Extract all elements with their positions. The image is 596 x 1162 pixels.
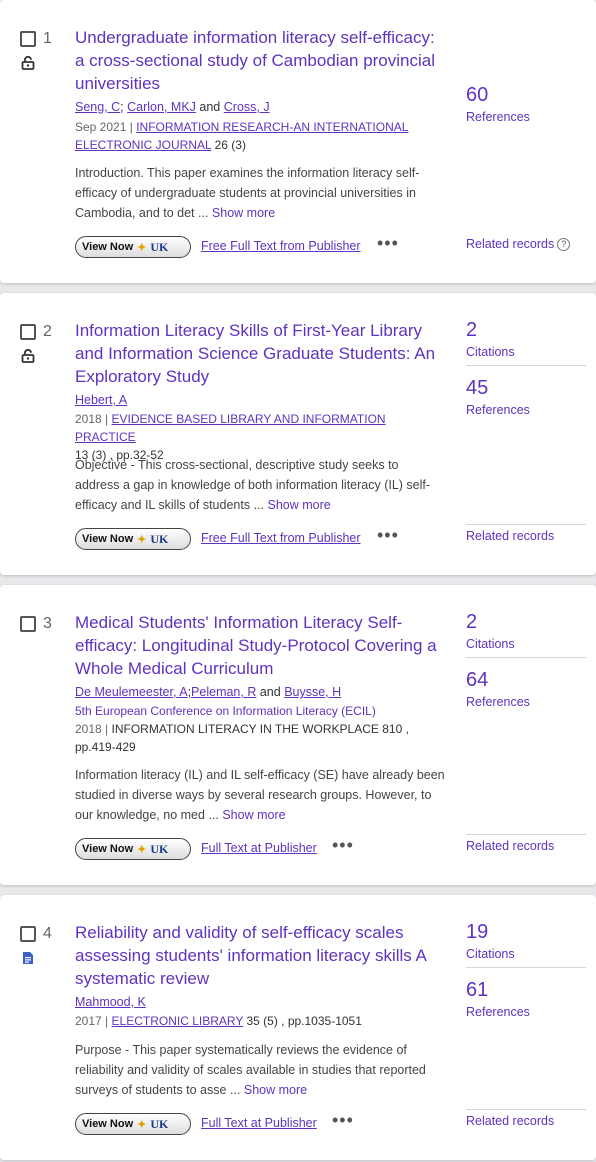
record-checkbox[interactable] bbox=[20, 616, 36, 632]
references-label[interactable]: References bbox=[466, 110, 530, 124]
author-link[interactable]: Cross, J bbox=[224, 100, 270, 114]
record-card: 1 Undergraduate information literacy sel… bbox=[0, 0, 596, 283]
volume-issue: 810 , bbox=[382, 722, 409, 736]
star-icon: ✦ bbox=[137, 1118, 147, 1131]
star-icon: ✦ bbox=[137, 533, 147, 546]
volume-issue: 35 (5) , pp.1035-1051 bbox=[246, 1014, 362, 1028]
help-icon[interactable]: ? bbox=[557, 238, 571, 251]
conference-name[interactable]: 5th European Conference on Information L… bbox=[75, 704, 376, 718]
citations-label[interactable]: Citations bbox=[466, 637, 515, 651]
show-more-link[interactable]: Show more bbox=[212, 206, 275, 220]
author-link[interactable]: Mahmood, K bbox=[75, 995, 146, 1009]
record-abstract: Information literacy (IL) and IL self-ef… bbox=[75, 768, 445, 822]
divider bbox=[466, 967, 586, 968]
pages: pp.419-429 bbox=[75, 740, 136, 754]
view-now-button[interactable]: View Now ✦ UK bbox=[75, 838, 191, 860]
references-count[interactable]: 45 bbox=[466, 377, 488, 400]
record-title-link[interactable]: Undergraduate information literacy self-… bbox=[75, 26, 445, 95]
record-authors: Seng, C; Carlon, MKJ and Cross, J bbox=[75, 100, 270, 114]
record-card: 3 Medical Students' Information Literacy… bbox=[0, 585, 596, 885]
divider bbox=[466, 365, 586, 366]
open-access-lock-icon bbox=[21, 349, 35, 363]
author-link[interactable]: Peleman, R bbox=[191, 685, 256, 699]
publication-date: 2018 bbox=[75, 722, 102, 736]
show-more-link[interactable]: Show more bbox=[267, 498, 330, 512]
star-icon: ✦ bbox=[137, 241, 147, 254]
record-authors: Mahmood, K bbox=[75, 995, 146, 1009]
more-actions-icon[interactable]: ••• bbox=[332, 1111, 354, 1129]
volume-issue: 26 (3) bbox=[214, 138, 246, 152]
record-title-link[interactable]: Information Literacy Skills of First-Yea… bbox=[75, 319, 445, 388]
citations-label[interactable]: Citations bbox=[466, 345, 515, 359]
citations-count[interactable]: 2 bbox=[466, 319, 477, 342]
view-now-button[interactable]: View Now ✦ UK bbox=[75, 236, 191, 258]
show-more-link[interactable]: Show more bbox=[222, 808, 285, 822]
more-actions-icon[interactable]: ••• bbox=[332, 836, 354, 854]
publication-date: 2018 bbox=[75, 412, 102, 426]
record-checkbox[interactable] bbox=[20, 324, 36, 340]
record-number: 3 bbox=[43, 615, 52, 632]
record-number: 4 bbox=[43, 925, 52, 942]
star-icon: ✦ bbox=[137, 843, 147, 856]
record-authors: De Meulemeester, A;Peleman, R and Buysse… bbox=[75, 685, 342, 699]
references-label[interactable]: References bbox=[466, 403, 530, 417]
full-text-link[interactable]: Free Full Text from Publisher bbox=[201, 531, 361, 545]
references-count[interactable]: 64 bbox=[466, 669, 488, 692]
view-now-button[interactable]: View Now ✦ UK bbox=[75, 528, 191, 550]
show-more-link[interactable]: Show more bbox=[244, 1083, 307, 1097]
more-actions-icon[interactable]: ••• bbox=[377, 526, 399, 544]
divider bbox=[466, 834, 586, 835]
record-number: 1 bbox=[43, 30, 52, 47]
record-title-link[interactable]: Medical Students' Information Literacy S… bbox=[75, 611, 445, 680]
divider bbox=[466, 1109, 586, 1110]
record-source-info: Sep 2021 | INFORMATION RESEARCH-AN INTER… bbox=[75, 120, 409, 152]
uk-logo: UK bbox=[150, 1116, 169, 1131]
author-link[interactable]: Hebert, A bbox=[75, 393, 127, 407]
publication-date: 2017 bbox=[75, 1014, 102, 1028]
source-title-link[interactable]: ELECTRONIC LIBRARY bbox=[112, 1014, 244, 1028]
references-label[interactable]: References bbox=[466, 695, 530, 709]
record-card: 4 Reliability and validity of self-effic… bbox=[0, 895, 596, 1160]
related-records-link[interactable]: Related records bbox=[466, 529, 554, 543]
record-abstract: Purpose - This paper systematically revi… bbox=[75, 1043, 426, 1097]
document-icon bbox=[23, 952, 33, 964]
references-count[interactable]: 60 bbox=[466, 84, 488, 107]
record-checkbox[interactable] bbox=[20, 926, 36, 942]
source-title-link[interactable]: EVIDENCE BASED LIBRARY AND INFORMATION P… bbox=[75, 412, 386, 444]
related-records-link[interactable]: Related records? bbox=[466, 237, 571, 251]
record-checkbox[interactable] bbox=[20, 31, 36, 47]
related-records-link[interactable]: Related records bbox=[466, 1114, 554, 1128]
divider bbox=[466, 524, 586, 525]
related-records-link[interactable]: Related records bbox=[466, 839, 554, 853]
view-now-button[interactable]: View Now ✦ UK bbox=[75, 1113, 191, 1135]
references-count[interactable]: 61 bbox=[466, 979, 488, 1002]
author-link[interactable]: Carlon, MKJ bbox=[127, 100, 196, 114]
record-number: 2 bbox=[43, 323, 52, 340]
full-text-link[interactable]: Free Full Text from Publisher bbox=[201, 239, 361, 253]
record-card: 2 Information Literacy Skills of First-Y… bbox=[0, 293, 596, 575]
open-access-lock-icon bbox=[21, 56, 35, 70]
divider bbox=[466, 657, 586, 658]
record-abstract: Introduction. This paper examines the in… bbox=[75, 166, 420, 220]
record-authors: Hebert, A bbox=[75, 393, 127, 407]
author-link[interactable]: Buysse, H bbox=[284, 685, 341, 699]
record-source-info: 5th European Conference on Information L… bbox=[75, 704, 409, 754]
record-source-info: 2017 | ELECTRONIC LIBRARY 35 (5) , pp.10… bbox=[75, 1014, 362, 1028]
citations-count[interactable]: 2 bbox=[466, 611, 477, 634]
uk-logo: UK bbox=[150, 841, 169, 856]
uk-logo: UK bbox=[150, 531, 169, 546]
author-link[interactable]: Seng, C bbox=[75, 100, 120, 114]
source-title: INFORMATION LITERACY IN THE WORKPLACE bbox=[111, 722, 379, 736]
references-label[interactable]: References bbox=[466, 1005, 530, 1019]
record-abstract: Objective - This cross-sectional, descri… bbox=[75, 458, 431, 512]
citations-label[interactable]: Citations bbox=[466, 947, 515, 961]
author-link[interactable]: De Meulemeester, A bbox=[75, 685, 188, 699]
citations-count[interactable]: 19 bbox=[466, 921, 488, 944]
full-text-link[interactable]: Full Text at Publisher bbox=[201, 1116, 317, 1130]
full-text-link[interactable]: Full Text at Publisher bbox=[201, 841, 317, 855]
more-actions-icon[interactable]: ••• bbox=[377, 234, 399, 252]
uk-logo: UK bbox=[150, 239, 169, 254]
record-title-link[interactable]: Reliability and validity of self-efficac… bbox=[75, 921, 445, 990]
publication-date: Sep 2021 bbox=[75, 120, 127, 134]
